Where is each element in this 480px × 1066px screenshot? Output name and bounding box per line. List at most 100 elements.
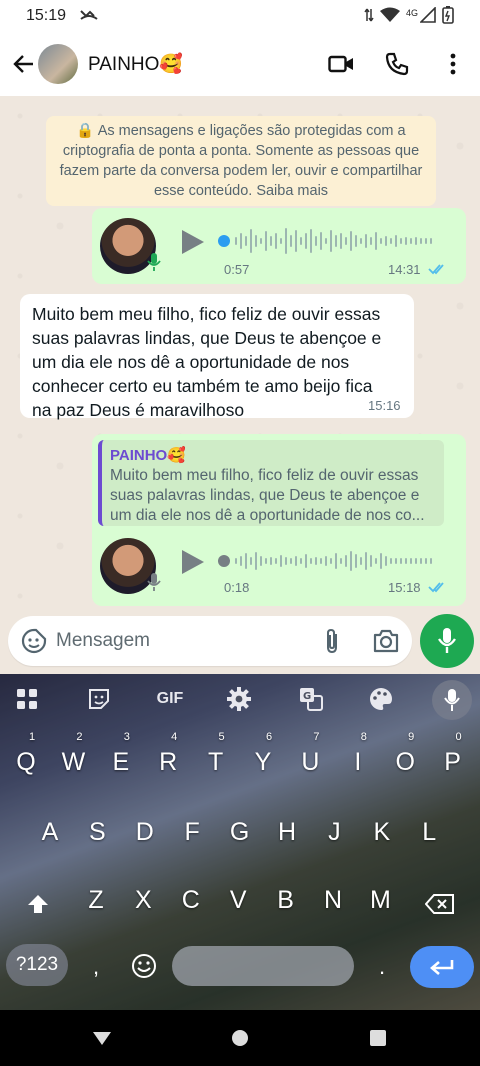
- message-input[interactable]: [56, 624, 306, 658]
- shift-key[interactable]: [16, 882, 60, 926]
- key-l[interactable]: L: [407, 806, 451, 858]
- key-label: R: [159, 748, 178, 776]
- key-p[interactable]: P0: [431, 731, 475, 788]
- attach-paperclip-icon[interactable]: [320, 627, 344, 655]
- record-voice-button[interactable]: [420, 614, 474, 668]
- symbols-key[interactable]: ?123: [6, 944, 68, 986]
- encryption-notice[interactable]: 🔒 As mensagens e ligações são protegidas…: [46, 116, 436, 206]
- voice-call-button[interactable]: [382, 44, 412, 84]
- key-label: Z: [88, 886, 104, 914]
- key-x[interactable]: X: [121, 874, 165, 926]
- contact-name[interactable]: PAINHO🥰: [88, 52, 183, 76]
- key-label: X: [135, 886, 152, 914]
- key-label: W: [61, 748, 86, 776]
- kebab-menu-icon: [450, 53, 456, 75]
- key-label: F: [184, 818, 200, 846]
- key-label: Y: [254, 748, 272, 776]
- waveform[interactable]: [216, 224, 442, 258]
- voice-message-reply[interactable]: PAINHO🥰 Muito bem meu filho, fico feliz …: [92, 434, 466, 606]
- status-time: 15:19: [26, 7, 67, 24]
- key-s[interactable]: S: [75, 806, 119, 858]
- settings-button[interactable]: [224, 684, 254, 714]
- key-label: J: [328, 818, 341, 846]
- phone-icon: [385, 52, 409, 76]
- sticker-emoji-button[interactable]: [20, 627, 48, 655]
- voice-typing-button[interactable]: [432, 680, 472, 720]
- backspace-key[interactable]: [414, 882, 466, 926]
- key-e[interactable]: E3: [99, 731, 143, 788]
- system-navigation-bar: [0, 1010, 480, 1066]
- play-button[interactable]: [180, 548, 206, 576]
- key-label: H: [277, 818, 297, 846]
- incoming-message[interactable]: Muito bem meu filho, fico feliz de ouvir…: [20, 294, 414, 420]
- key-h[interactable]: H: [265, 806, 309, 858]
- key-f[interactable]: F: [170, 806, 214, 858]
- composer-bar: [0, 610, 480, 674]
- play-button[interactable]: [180, 228, 206, 256]
- data-arrows-icon: [364, 7, 374, 26]
- key-i[interactable]: I8: [336, 731, 380, 788]
- camera-icon[interactable]: [372, 628, 400, 654]
- key-u[interactable]: U7: [288, 731, 332, 788]
- space-key[interactable]: [172, 946, 354, 986]
- period-key[interactable]: .: [370, 952, 394, 982]
- key-o[interactable]: O9: [383, 731, 427, 788]
- voice-message[interactable]: 0:57 14:31: [92, 208, 466, 284]
- key-q[interactable]: Q1: [4, 731, 48, 788]
- key-y[interactable]: Y6: [241, 731, 285, 788]
- nav-recents-button[interactable]: [364, 1024, 392, 1052]
- key-label: M: [369, 886, 391, 914]
- key-w[interactable]: W2: [51, 731, 95, 788]
- key-label: V: [229, 886, 247, 914]
- waveform[interactable]: [216, 544, 442, 578]
- key-k[interactable]: K: [360, 806, 404, 858]
- key-m[interactable]: M: [358, 874, 402, 926]
- contact-avatar[interactable]: [38, 44, 78, 84]
- circle-icon: [232, 1030, 248, 1046]
- read-ticks-icon: [428, 264, 444, 275]
- key-t[interactable]: T5: [194, 731, 238, 788]
- enter-key[interactable]: [410, 946, 474, 988]
- theme-button[interactable]: [366, 684, 396, 714]
- chat-area[interactable]: 🔒 As mensagens e ligações são protegidas…: [0, 96, 480, 674]
- key-r[interactable]: R4: [146, 731, 190, 788]
- video-call-button[interactable]: [326, 44, 356, 84]
- battery-icon: [442, 6, 454, 27]
- key-label: E: [112, 748, 130, 776]
- quoted-sender: PAINHO🥰: [110, 447, 186, 464]
- nav-home-button[interactable]: [226, 1024, 254, 1052]
- key-b[interactable]: B: [264, 874, 308, 926]
- key-label: Q: [16, 748, 36, 776]
- key-z[interactable]: Z: [74, 874, 118, 926]
- voice-duration: 0:18: [224, 580, 250, 595]
- key-hint-number: 0: [455, 731, 462, 743]
- quoted-message[interactable]: PAINHO🥰 Muito bem meu filho, fico feliz …: [98, 440, 444, 526]
- key-c[interactable]: C: [169, 874, 213, 926]
- key-g[interactable]: G: [218, 806, 262, 858]
- message-text: Muito bem meu filho, fico feliz de ouvir…: [32, 304, 382, 420]
- gif-button[interactable]: GIF: [152, 684, 188, 714]
- read-ticks-icon: [428, 582, 444, 593]
- apps-grid-button[interactable]: [12, 684, 42, 714]
- missed-call-icon: [80, 7, 98, 26]
- key-n[interactable]: N: [311, 874, 355, 926]
- key-a[interactable]: A: [28, 806, 72, 858]
- nav-back-button[interactable]: [88, 1024, 116, 1052]
- key-v[interactable]: V: [216, 874, 260, 926]
- translate-button[interactable]: G: [296, 684, 326, 714]
- more-options-button[interactable]: [438, 44, 468, 84]
- chat-header: PAINHO🥰: [0, 32, 480, 96]
- key-d[interactable]: D: [123, 806, 167, 858]
- message-time: 15:16: [368, 398, 401, 413]
- arrow-left-icon: [13, 55, 33, 73]
- mic-icon: [147, 253, 161, 271]
- emoji-key[interactable]: [128, 950, 160, 982]
- key-j[interactable]: J: [312, 806, 356, 858]
- sticker-button[interactable]: [84, 684, 114, 714]
- svg-text:G: G: [303, 691, 311, 702]
- key-label: U: [301, 748, 320, 776]
- grid-icon: [17, 689, 37, 709]
- comma-key[interactable]: ,: [84, 952, 108, 982]
- message-time: 15:18: [388, 580, 421, 595]
- triangle-down-icon: [93, 1032, 111, 1045]
